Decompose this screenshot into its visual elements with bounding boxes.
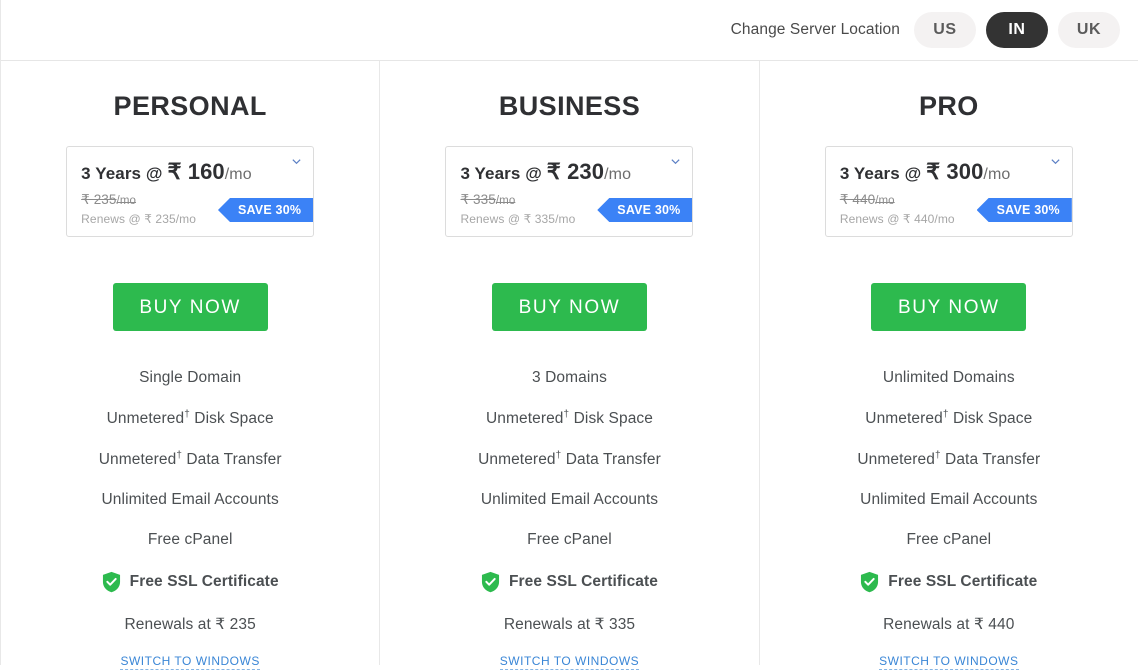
old-price-amount: ₹ 440 (839, 192, 876, 207)
shield-check-icon (481, 572, 500, 593)
price-term-selector[interactable]: 3 Years @ ₹ 160/mo ₹ 235/mo Renews @ ₹ 2… (66, 146, 315, 237)
switch-to-windows-link[interactable]: SWITCH TO WINDOWS (499, 654, 640, 670)
plan-title: PRO (918, 91, 979, 121)
old-price-amount: ₹ 335 (460, 192, 496, 207)
current-price-line: 3 Years @ ₹ 230/mo (460, 159, 678, 185)
price-term-selector[interactable]: 3 Years @ ₹ 300/mo ₹ 440/mo Renews @ ₹ 4… (824, 146, 1073, 237)
feature-list: 3 Domains Unmetered† Disk Space Unmetere… (380, 369, 758, 593)
ssl-feature-item: Free SSL Certificate (1, 571, 379, 593)
server-location-header: Change Server Location US IN UK (1, 0, 1138, 61)
location-option-us[interactable]: US (914, 12, 976, 48)
switch-to-windows-link[interactable]: SWITCH TO WINDOWS (120, 654, 260, 670)
list-item: Free cPanel (906, 531, 992, 549)
list-item: Unmetered† Disk Space (485, 409, 654, 428)
ssl-label: Free SSL Certificate (888, 573, 1038, 591)
list-item: Unmetered† Data Transfer (98, 450, 282, 469)
plans-row: PERSONAL 3 Years @ ₹ 160/mo ₹ 235/mo Ren… (1, 61, 1138, 670)
location-option-in[interactable]: IN (986, 12, 1048, 48)
feature-list: Unlimited Domains Unmetered† Disk Space … (760, 369, 1138, 593)
shield-check-icon (861, 572, 879, 593)
shield-check-icon (102, 572, 120, 593)
renewals-price-note: Renewals at ₹ 335 (503, 616, 636, 634)
ssl-feature-item: Free SSL Certificate (380, 571, 758, 593)
list-item: Free cPanel (527, 531, 612, 549)
old-price-period: /mo (495, 195, 516, 207)
plan-card-personal: PERSONAL 3 Years @ ₹ 160/mo ₹ 235/mo Ren… (1, 61, 379, 670)
ssl-label: Free SSL Certificate (508, 573, 658, 591)
save-badge: SAVE 30% (217, 198, 314, 222)
save-badge: SAVE 30% (597, 198, 693, 222)
ssl-label: Free SSL Certificate (129, 573, 279, 591)
switch-to-windows-link[interactable]: SWITCH TO WINDOWS (879, 654, 1019, 670)
current-price-line: 3 Years @ ₹ 160/mo (81, 159, 299, 185)
price-period: /mo (224, 166, 252, 183)
server-location-toggle: US IN UK (914, 12, 1120, 48)
price-period: /mo (604, 166, 632, 183)
price-period: /mo (983, 166, 1011, 183)
list-item: Unmetered† Disk Space (865, 409, 1033, 428)
price-amount: ₹ 300 (926, 159, 984, 184)
plan-card-pro: PRO 3 Years @ ₹ 300/mo ₹ 440/mo Renews @… (758, 61, 1138, 670)
buy-now-button[interactable]: BUY NOW (491, 283, 647, 331)
buy-now-button[interactable]: BUY NOW (112, 283, 268, 331)
chevron-down-icon (292, 159, 301, 165)
location-option-uk[interactable]: UK (1058, 12, 1120, 48)
price-amount: ₹ 160 (167, 159, 225, 184)
list-item: Unlimited Email Accounts (480, 491, 659, 509)
list-item: Unmetered† Disk Space (106, 409, 274, 428)
old-price-period: /mo (875, 195, 895, 207)
list-item: Unmetered† Data Transfer (478, 450, 661, 469)
chevron-down-icon (1051, 159, 1060, 165)
plan-card-business: BUSINESS 3 Years @ ₹ 230/mo ₹ 335/mo Ren… (379, 61, 758, 670)
feature-list: Single Domain Unmetered† Disk Space Unme… (1, 369, 379, 593)
save-badge: SAVE 30% (976, 198, 1072, 222)
list-item: Unmetered† Data Transfer (857, 450, 1041, 469)
list-item: Unlimited Email Accounts (101, 491, 279, 509)
plan-title: PERSONAL (113, 91, 267, 121)
buy-now-button[interactable]: BUY NOW (871, 283, 1027, 331)
price-term: 3 Years @ (460, 164, 542, 183)
chevron-down-icon (671, 159, 681, 165)
ssl-feature-item: Free SSL Certificate (760, 571, 1138, 593)
list-item: Free cPanel (147, 531, 233, 549)
plan-title: BUSINESS (498, 91, 641, 121)
old-price-amount: ₹ 235 (81, 192, 117, 207)
old-price-period: /mo (116, 195, 137, 207)
renewals-price-note: Renewals at ₹ 440 (883, 616, 1015, 634)
list-item: Unlimited Email Accounts (860, 491, 1038, 509)
renewals-price-note: Renewals at ₹ 235 (124, 616, 256, 634)
list-item: Single Domain (139, 369, 242, 386)
price-term: 3 Years @ (81, 164, 163, 183)
list-item: Unlimited Domains (882, 369, 1015, 386)
change-server-location-label: Change Server Location (730, 21, 900, 38)
price-amount: ₹ 230 (546, 159, 605, 184)
price-term: 3 Years @ (839, 164, 922, 183)
pricing-page: Change Server Location US IN UK PERSONAL… (0, 0, 1138, 670)
current-price-line: 3 Years @ ₹ 300/mo (840, 159, 1058, 185)
price-term-selector[interactable]: 3 Years @ ₹ 230/mo ₹ 335/mo Renews @ ₹ 3… (445, 146, 694, 237)
list-item: 3 Domains (531, 369, 607, 386)
